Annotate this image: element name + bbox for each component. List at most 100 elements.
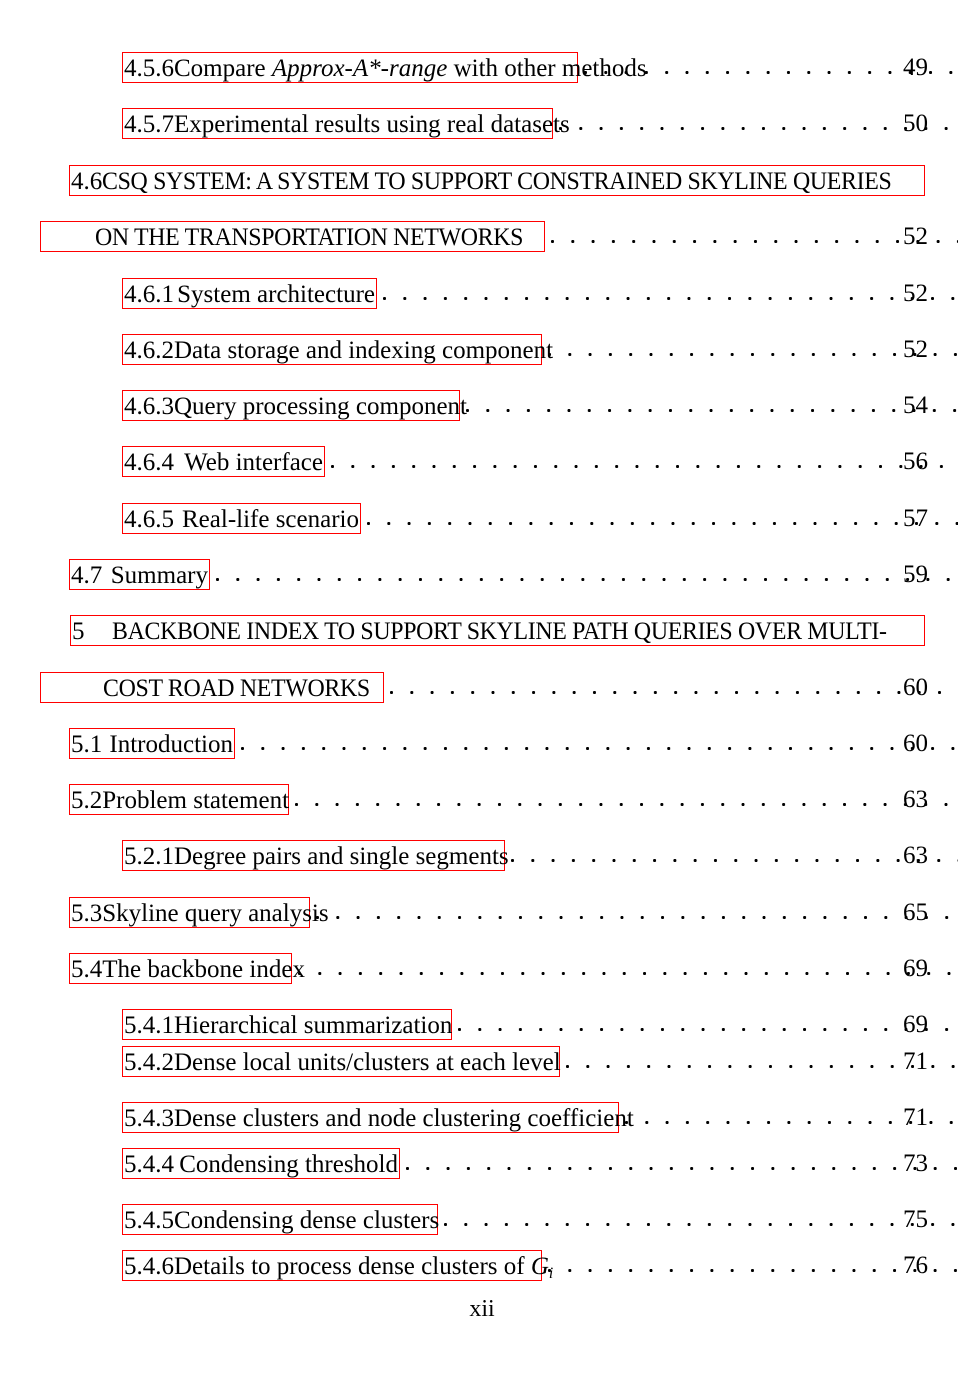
toc-entry-title: CSQ SYSTEM: A SYSTEM TO SUPPORT CONSTRAI… (102, 167, 892, 195)
toc-page-number: 71 (903, 1103, 928, 1131)
toc-entry-number: 5.2.1 (124, 842, 174, 870)
dot-leader (241, 728, 958, 759)
toc-entry: 5.4 The backbone index 69 (0, 951, 964, 985)
toc-link-4-5-6[interactable]: 4.5.6 Compare Approx-A*-range with other … (122, 51, 647, 83)
toc-title-text: Details to process dense clusters of (174, 1252, 531, 1280)
toc-entry: COST ROAD NETWORKS 60 (0, 670, 964, 704)
toc-page-number: 76 (903, 1251, 928, 1279)
toc-entry-number: 4.6.1 (124, 280, 174, 308)
toc-entry: 5.3 Skyline query analysis 65 (0, 895, 964, 929)
toc-entry: 4.6 CSQ SYSTEM: A SYSTEM TO SUPPORT CONST… (0, 163, 964, 197)
toc-entry: 4.5.6 Compare Approx-A*-range with other … (0, 50, 964, 84)
toc-title-emphasis: Approx-A*-range (271, 54, 448, 82)
toc-link-5-4-3[interactable]: 5.4.3 Dense clusters and node clustering … (122, 1101, 634, 1133)
toc-link-4-6-2[interactable]: 4.6.2 Data storage and indexing component (122, 333, 553, 365)
dot-leader (295, 784, 958, 815)
toc-link-5-4-5[interactable]: 5.4.5 Condensing dense clusters (122, 1203, 440, 1235)
toc-page-number: 59 (903, 560, 928, 588)
toc-entry: 4.7 Summary 59 (0, 557, 964, 591)
toc-entry-title: The backbone index (102, 955, 305, 983)
toc-entry: ON THE TRANSPORTATION NETWORKS 52 (0, 219, 964, 253)
toc-link-4-7[interactable]: 4.7 Summary (69, 558, 210, 590)
toc-entry-title: Degree pairs and single segments (174, 842, 509, 870)
toc-link-continuation-3[interactable]: ON THE TRANSPORTATION NETWORKS (40, 220, 545, 252)
toc-link-5-4-1[interactable]: 5.4.1 Hierarchical summarization (122, 1008, 452, 1040)
toc-entry-title: Data storage and indexing component (174, 336, 554, 364)
toc-entry: 5.4.3 Dense clusters and node clustering … (0, 1100, 964, 1134)
toc-entry-number: 5.4.6 (124, 1252, 174, 1280)
toc-page-number: 49 (903, 53, 928, 81)
toc-page-number: 60 (903, 673, 928, 701)
dot-leader (931, 165, 958, 196)
page-folio: xii (469, 1296, 495, 1322)
toc-entry-number: 4.6.3 (124, 392, 174, 420)
toc-entry-number: 4.5.7 (124, 110, 174, 138)
toc-page-number: 73 (903, 1149, 928, 1177)
toc-entry-title: System architecture (177, 280, 375, 308)
toc-link-5-4-6[interactable]: 5.4.6 Details to process dense clusters o… (122, 1249, 553, 1281)
toc-page-number: 69 (903, 954, 928, 982)
toc-entry: 4.6.5 Real-life scenario 57 (0, 501, 964, 535)
toc-page-number: 52 (903, 279, 928, 307)
toc-page-number: 52 (903, 222, 928, 250)
toc-link-4-6[interactable]: 4.6 CSQ SYSTEM: A SYSTEM TO SUPPORT CONST… (69, 164, 925, 196)
toc-link-5-2-1[interactable]: 5.2.1 Degree pairs and single segments (122, 839, 509, 871)
toc-link-5-2[interactable]: 5.2 Problem statement (69, 783, 289, 815)
toc-page-number: 56 (903, 447, 928, 475)
toc-link-5-1[interactable]: 5.1 Introduction (69, 727, 235, 759)
toc-page-number: 75 (903, 1205, 928, 1233)
toc-title-math-variable: G (530, 1252, 549, 1280)
toc-link-4-5-7[interactable]: 4.5.7 Experimental results using real dat… (122, 107, 570, 139)
toc-entry: 5 BACKBONE INDEX TO SUPPORT SKYLINE PATH … (0, 613, 964, 647)
toc-entry: 4.6.1 System architecture 52 (0, 276, 964, 310)
dot-leader (216, 559, 958, 590)
toc-page: 4.5.6 Compare Approx-A*-range with other … (0, 0, 964, 1389)
toc-page-number: 63 (903, 841, 928, 869)
toc-link-4-6-3[interactable]: 4.6.3 Query processing component (122, 389, 467, 421)
dot-leader (931, 615, 958, 646)
toc-entry-title: BACKBONE INDEX TO SUPPORT SKYLINE PATH Q… (111, 617, 887, 645)
toc-page-number: 71 (903, 1047, 928, 1075)
toc-link-4-6-5[interactable]: 4.6.5 Real-life scenario (122, 502, 361, 534)
toc-entry-title: Skyline query analysis (102, 899, 329, 927)
toc-link-5-3[interactable]: 5.3 Skyline query analysis (69, 896, 329, 928)
toc-entry: 4.6.3 Query processing component 54 (0, 388, 964, 422)
toc-entry: 5.4.2 Dense local units/clusters at each … (0, 1044, 964, 1078)
toc-entry: 4.6.2 Data storage and indexing component… (0, 332, 964, 366)
toc-entry-title: COST ROAD NETWORKS (102, 674, 370, 702)
toc-entry: 5.2 Problem statement 63 (0, 782, 964, 816)
toc-page-number: 65 (903, 898, 928, 926)
toc-entry-title: Introduction (109, 730, 233, 758)
toc-page-number: 60 (903, 729, 928, 757)
toc-entry-title: Query processing component (174, 392, 467, 420)
toc-entry-title: Web interface (184, 448, 323, 476)
toc-entry-title: Condensing dense clusters (174, 1206, 440, 1234)
toc-title-text: Compare (174, 54, 272, 82)
toc-link-4-6-1[interactable]: 4.6.1 System architecture (122, 277, 377, 309)
dot-leader (298, 953, 958, 984)
toc-link-5-4[interactable]: 5.4 The backbone index (69, 952, 305, 984)
toc-entry: 5.4.1 Hierarchical summarization 69 (0, 1007, 964, 1041)
toc-entry-title: Dense clusters and node clustering coeff… (174, 1104, 634, 1132)
toc-entry-number: 5.1 (71, 730, 103, 758)
toc-entry-number: 5.4.2 (124, 1048, 174, 1076)
toc-entry-number: 4.6.5 (124, 505, 174, 533)
toc-link-4-6-4[interactable]: 4.6.4 Web interface (122, 445, 325, 477)
toc-page-number: 69 (903, 1010, 928, 1038)
toc-entry-number: 4.5.6 (124, 54, 174, 82)
dot-leader (331, 446, 958, 477)
toc-entry-number: 4.6.4 (124, 448, 174, 476)
toc-entry-title: Dense local units/clusters at each level (174, 1048, 561, 1076)
toc-entry: 5.1 Introduction 60 (0, 726, 964, 760)
toc-link-5[interactable]: 5 BACKBONE INDEX TO SUPPORT SKYLINE PATH … (70, 614, 925, 646)
toc-page-number: 63 (903, 785, 928, 813)
toc-entry-number: 5.4 (71, 955, 103, 983)
toc-link-5-4-2[interactable]: 5.4.2 Dense local units/clusters at each … (122, 1045, 561, 1077)
toc-link-continuation-11[interactable]: COST ROAD NETWORKS (40, 671, 384, 703)
toc-entry-title: Details to process dense clusters of Gi (174, 1251, 553, 1289)
toc-entry-title: Experimental results using real datasets (174, 110, 570, 138)
toc-entry-number: 5 (72, 617, 85, 645)
toc-entry: 4.5.7 Experimental results using real dat… (0, 106, 964, 140)
toc-entry-number: 5.2 (71, 786, 103, 814)
toc-link-5-4-4[interactable]: 5.4.4 Condensing threshold (122, 1147, 400, 1179)
